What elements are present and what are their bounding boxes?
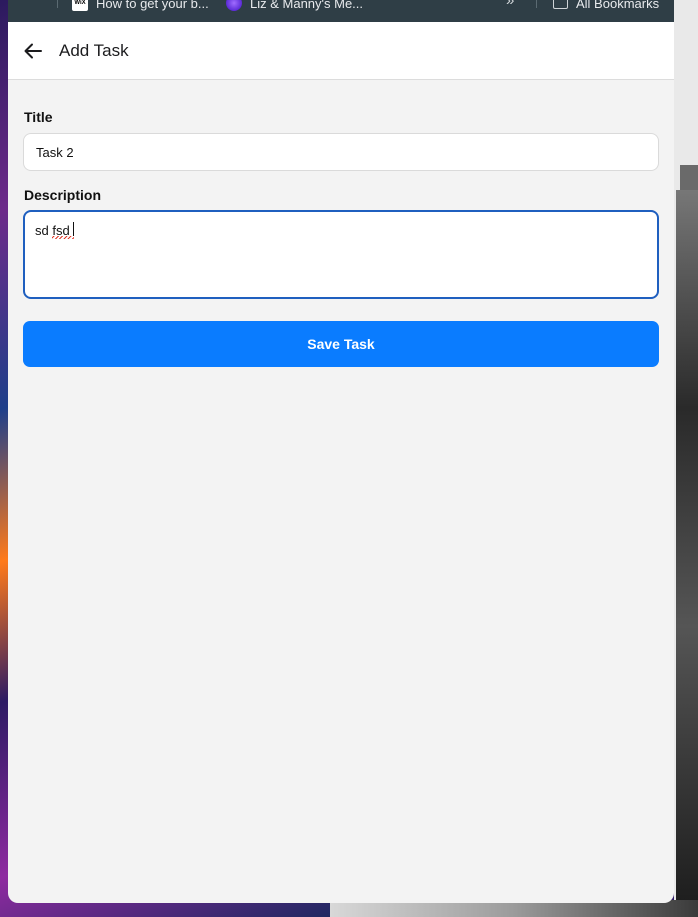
save-task-button[interactable]: Save Task <box>23 321 659 367</box>
overflow-chevron-icon[interactable]: » <box>506 0 514 9</box>
folder-icon <box>553 0 568 9</box>
all-bookmarks-label: All Bookmarks <box>576 0 660 11</box>
bookmark-label: Liz & Manny's Me... <box>250 0 364 11</box>
title-label: Title <box>24 109 53 125</box>
bookmark-label: How to get your b... <box>96 0 209 11</box>
page-title: Add Task <box>59 41 129 60</box>
browser-window: WiX How to get your b... Liz & Manny's M… <box>8 0 674 903</box>
background-window-header <box>680 165 698 190</box>
app-header: Add Task <box>8 22 674 80</box>
bookmarks-separator <box>57 0 58 8</box>
description-label: Description <box>24 187 102 203</box>
background-window-image <box>676 190 698 917</box>
apps-grid-icon[interactable] <box>28 0 42 8</box>
wix-icon: WiX <box>72 0 88 11</box>
bookmark-item[interactable]: Liz & Manny's Me... <box>226 0 363 12</box>
bookmarks-bar: WiX How to get your b... Liz & Manny's M… <box>8 0 674 22</box>
description-textarea[interactable] <box>23 210 659 299</box>
back-button[interactable] <box>20 38 46 64</box>
title-input[interactable] <box>23 133 659 171</box>
arrow-left-icon <box>24 43 42 59</box>
bookmarks-separator <box>536 0 537 8</box>
liz-icon <box>226 0 242 11</box>
all-bookmarks-button[interactable]: All Bookmarks <box>553 0 659 12</box>
text-caret <box>73 222 74 236</box>
bookmark-item[interactable]: WiX How to get your b... <box>72 0 209 12</box>
